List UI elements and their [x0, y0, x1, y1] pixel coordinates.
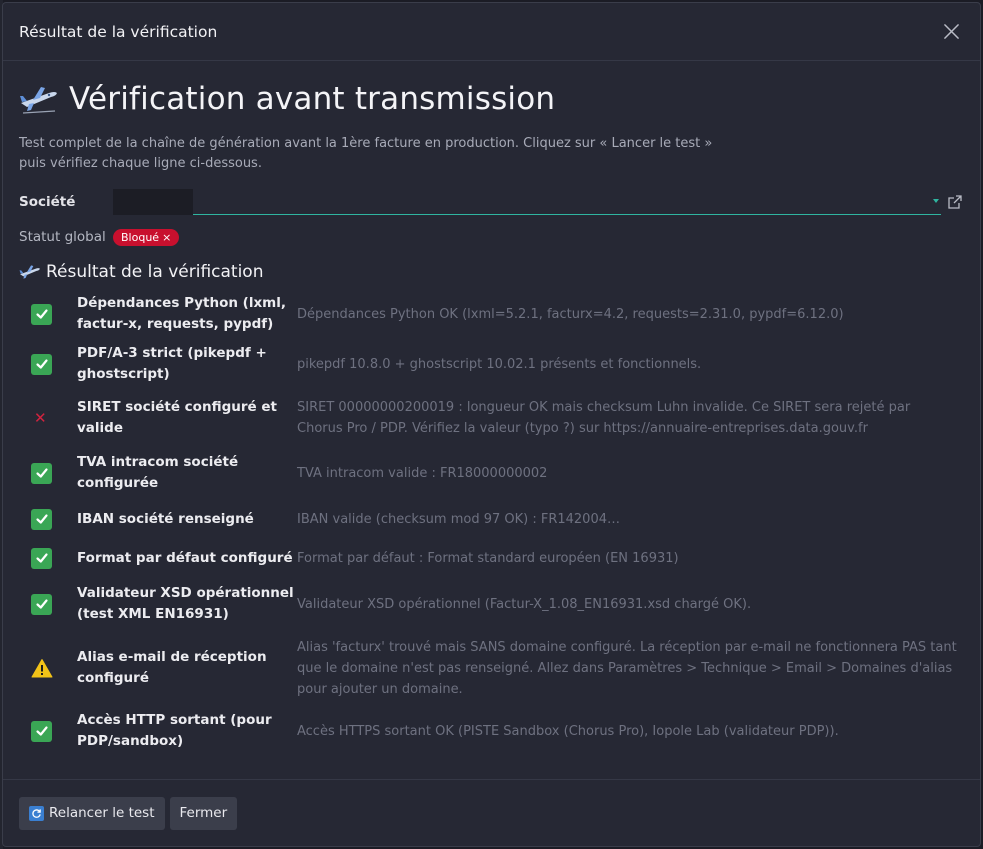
check-detail: Alias 'facturx' trouvé mais SANS domaine…	[297, 639, 957, 697]
close-button[interactable]	[938, 19, 964, 45]
check-detail: pikepdf 10.8.0 + ghostscript 10.02.1 pré…	[297, 356, 702, 372]
dialog-body: Vérification avant transmission Test com…	[3, 61, 980, 781]
verification-dialog: Résultat de la vérification Vérification…	[2, 2, 981, 847]
dialog-footer: Relancer le test Fermer	[3, 779, 980, 846]
page-title: Vérification avant transmission	[69, 81, 556, 117]
close-icon	[943, 24, 959, 39]
check-detail: Validateur XSD opérationnel (Factur-X_1.…	[297, 596, 752, 612]
results-title: Résultat de la vérification	[46, 262, 264, 282]
check-detail: Dépendances Python OK (lxml=5.2.1, factu…	[297, 306, 844, 322]
rerun-test-button[interactable]: Relancer le test	[19, 796, 165, 830]
check-ok-icon	[19, 720, 77, 742]
check-row: Accès HTTP sortant (pour PDP/sandbox) Acc…	[19, 707, 964, 755]
warning-icon	[19, 658, 77, 678]
check-row: Alias e-mail de réception configuré Alias…	[19, 629, 964, 707]
global-status-row: Statut global Bloqué ×	[19, 225, 964, 249]
close-dialog-button[interactable]: Fermer	[169, 796, 238, 830]
check-ok-icon	[19, 303, 77, 325]
company-select[interactable]	[113, 189, 941, 215]
check-row: PDF/A-3 strict (pikepdf + ghostscript) pi…	[19, 337, 964, 391]
company-label: Société	[19, 194, 76, 210]
airplane-icon	[20, 87, 57, 114]
check-ok-icon	[19, 462, 77, 484]
check-ok-icon	[19, 547, 77, 569]
intro-text: Test complet de la chaîne de génération …	[19, 136, 713, 171]
company-value-redacted	[113, 189, 193, 215]
check-ok-icon	[19, 353, 77, 375]
results-heading-row: Résultat de la vérification	[19, 260, 964, 284]
airplane-icon	[19, 265, 40, 279]
refresh-icon	[29, 805, 44, 821]
check-name: Dépendances Python (lxml, factur-x, requ…	[77, 295, 286, 332]
check-ok-icon	[19, 508, 77, 530]
check-row: Format par défaut configuré Format par dé…	[19, 537, 964, 579]
check-ok-icon	[19, 593, 77, 615]
rerun-test-label: Relancer le test	[49, 805, 155, 821]
check-detail: Format par défaut : Format standard euro…	[297, 550, 679, 566]
check-fail-icon: ✕	[34, 409, 47, 427]
check-name: IBAN société renseigné	[77, 510, 254, 527]
check-detail: TVA intracom valide : FR18000000002	[297, 465, 548, 481]
check-name: Accès HTTP sortant (pour PDP/sandbox)	[77, 712, 272, 749]
dialog-header: Résultat de la vérification	[3, 3, 980, 61]
status-badge-label: Bloqué	[121, 230, 160, 244]
caret-down-icon[interactable]	[933, 199, 939, 203]
company-field-row: Société	[19, 189, 964, 215]
check-name: SIRET société configuré et valide	[77, 399, 277, 436]
check-name: Format par défaut configuré	[77, 549, 293, 566]
check-detail: Accès HTTPS sortant OK (PISTE Sandbox (C…	[297, 723, 839, 739]
check-row: Dépendances Python (lxml, factur-x, requ…	[19, 291, 964, 337]
check-detail: SIRET 00000000200019 : longueur OK mais …	[297, 400, 911, 436]
check-name: TVA intracom société configurée	[77, 454, 239, 491]
status-badge: Bloqué ×	[113, 228, 180, 246]
check-row: Validateur XSD opérationnel (test XML EN…	[19, 579, 964, 629]
close-mark-icon: ×	[162, 230, 172, 244]
check-name: Validateur XSD opérationnel (test XML EN…	[77, 585, 294, 622]
global-status-label: Statut global	[19, 229, 106, 245]
check-name: Alias e-mail de réception configuré	[77, 649, 267, 686]
external-link-icon[interactable]	[947, 194, 963, 210]
dialog-title: Résultat de la vérification	[19, 22, 218, 41]
checks-list: Dépendances Python (lxml, factur-x, requ…	[19, 291, 964, 755]
check-detail: IBAN valide (checksum mod 97 OK) : FR142…	[297, 511, 620, 527]
page-heading-row: Vérification avant transmission	[19, 78, 964, 120]
check-row: ✕ SIRET société configuré et valide SIRET …	[19, 391, 964, 445]
check-row: IBAN société renseigné IBAN valide (check…	[19, 501, 964, 537]
check-row: TVA intracom société configurée TVA intra…	[19, 445, 964, 501]
check-name: PDF/A-3 strict (pikepdf + ghostscript)	[77, 345, 267, 382]
close-dialog-label: Fermer	[179, 805, 228, 821]
